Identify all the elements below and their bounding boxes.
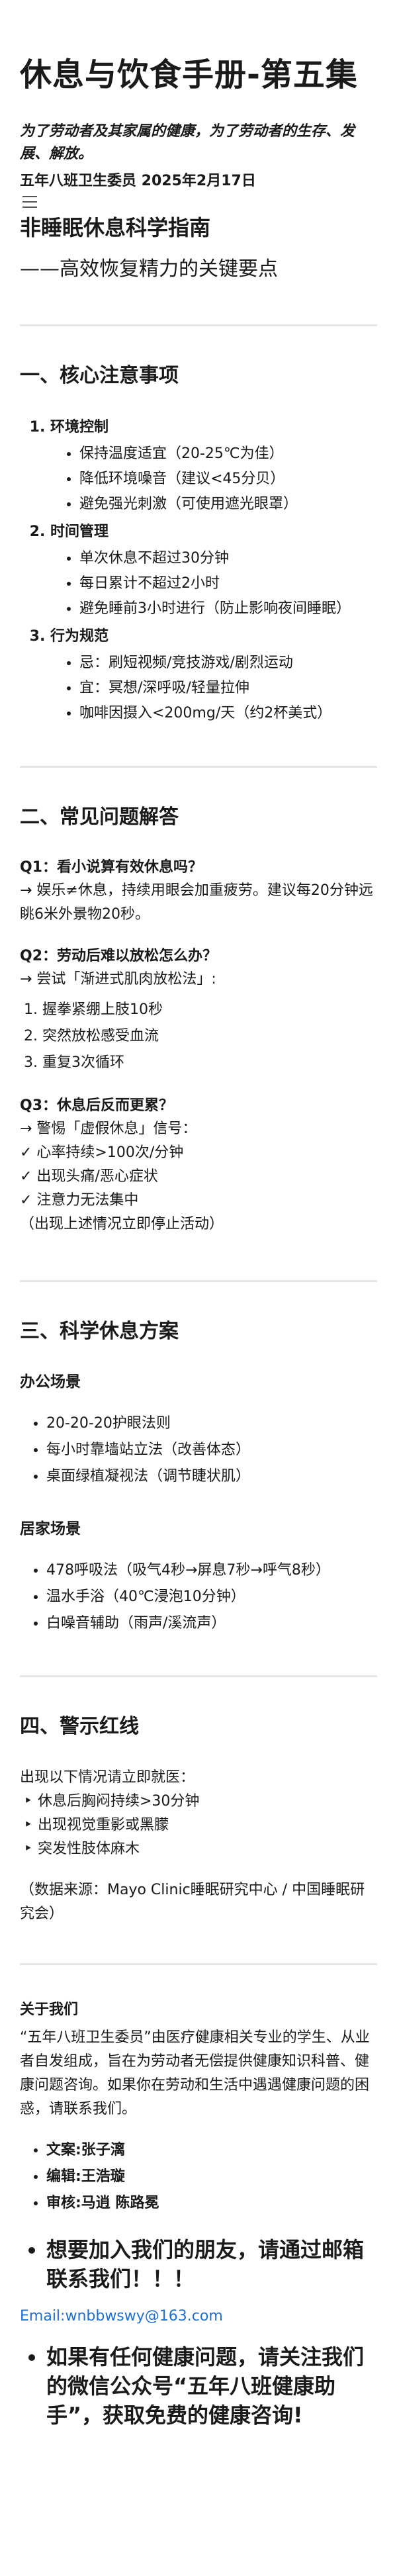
list-item: 行为规范 忌：刷短视频/竞技游戏/剧烈运动 宜：冥想/深呼吸/轻量拉伸 咖啡因摄…: [50, 624, 377, 726]
divider: [20, 324, 377, 326]
office-list: 20-20-20护眼法则 每小时靠墙站立法（改善体态） 桌面绿植凝视法（调节睫状…: [20, 1410, 377, 1490]
warning-lead: 出现以下情况请立即就医：: [20, 1769, 195, 1786]
divider: [20, 1963, 377, 1965]
divider: [20, 766, 377, 768]
list-item: 单次休息不超过30分钟: [79, 546, 377, 571]
divider: [20, 1280, 377, 1282]
article: 休息与饮食手册-第五集 为了劳动者及其家属的健康，为了劳动者的生存、发展、解放。…: [0, 0, 397, 2430]
list-item: 白噪音辅助（雨声/溪流声）: [46, 1610, 377, 1637]
list-item: 每日累计不超过2小时: [79, 571, 377, 596]
list-item: 咖啡因摄入<200mg/天（约2杯美式）: [79, 701, 377, 726]
warning-note: （出现上述情况立即停止活动）: [20, 1216, 224, 1232]
cta-list: 想要加入我们的朋友，请通过邮箱联系我们！！！: [20, 2235, 377, 2293]
credits-list: 文案:张子漓 编辑:王浩璇 审核:马逍 陈路冕: [20, 2137, 377, 2217]
menu-icon[interactable]: [22, 196, 37, 208]
warning-list: 休息后胸闷持续>30分钟 出现视觉重影或黑朦 突发性肢体麻木: [20, 1790, 377, 1861]
list-item: 突然放松感受血流: [42, 1023, 377, 1050]
check-item: ✓ 注意力无法集中: [20, 1192, 139, 1209]
list-item: 编辑:王浩璇: [46, 2164, 377, 2190]
relax-steps: 握拳紧绷上肢10秒 突然放松感受血流 重复3次循环: [20, 997, 377, 1076]
check-item: ✓ 心率持续>100次/分钟: [20, 1144, 184, 1161]
list-item: 出现视觉重影或黑朦: [24, 1814, 377, 1837]
list-item: 避免强光刺激（可使用遮光眼罩）: [79, 492, 377, 517]
list-item: 宜：冥想/深呼吸/轻量拉伸: [79, 676, 377, 701]
list-item: 保持温度适宜（20-25℃为佳）: [79, 441, 377, 467]
divider: [20, 1675, 377, 1677]
list-item: 温水手浴（40℃浸泡10分钟）: [46, 1584, 377, 1610]
office-heading: 办公场景: [20, 1373, 81, 1391]
answer-1: → 娱乐≠休息，持续用眼会加重疲劳。建议每20分钟远眺6米外景物20秒。: [20, 882, 373, 923]
list-item: 避免睡前3小时进行（防止影响夜间睡眠）: [79, 596, 377, 621]
list-item: 478呼吸法（吸气4秒→屏息7秒→呼气8秒）: [46, 1557, 377, 1584]
list-item: 重复3次循环: [42, 1050, 377, 1076]
page-title: 休息与饮食手册-第五集: [20, 56, 358, 93]
list-item: 休息后胸闷持续>30分钟: [24, 1790, 377, 1814]
answer-2: → 尝试「渐进式肌肉放松法」:: [20, 971, 216, 988]
section-3-heading: 三、科学休息方案: [20, 1320, 179, 1343]
section-2-heading: 二、常见问题解答: [20, 805, 179, 829]
list-item: 忌：刷短视频/竞技游戏/剧烈运动: [79, 651, 377, 676]
section-1-heading: 一、核心注意事项: [20, 364, 179, 387]
wechat-cta: 如果有任何健康问题，请关注我们的微信公众号“五年八班健康助手”，获取免费的健康咨…: [46, 2342, 377, 2430]
question-3: Q3：休息后反而更累？: [20, 1097, 174, 1114]
join-cta: 想要加入我们的朋友，请通过邮箱联系我们！！！: [46, 2235, 377, 2293]
list-item: 降低环境噪音（建议<45分贝）: [79, 467, 377, 492]
article-subheading: ——高效恢复精力的关键要点: [20, 257, 278, 281]
question-1: Q1：看小说算有效休息吗？: [20, 859, 203, 876]
home-list: 478呼吸法（吸气4秒→屏息7秒→呼气8秒） 温水手浴（40℃浸泡10分钟） 白…: [20, 1557, 377, 1637]
list-item: 环境控制 保持温度适宜（20-25℃为佳） 降低环境噪音（建议<45分贝） 避免…: [50, 415, 377, 517]
list-item: 20-20-20护眼法则: [46, 1410, 377, 1437]
list-item: 握拳紧绷上肢10秒: [42, 997, 377, 1023]
cta-list: 如果有任何健康问题，请关注我们的微信公众号“五年八班健康助手”，获取免费的健康咨…: [20, 2342, 377, 2430]
home-heading: 居家场景: [20, 1520, 81, 1538]
data-source: （数据来源：Mayo Clinic睡眠研究中心 / 中国睡眠研究会）: [20, 1882, 365, 1922]
article-heading: 非睡眠休息科学指南: [20, 215, 211, 240]
list-item: 文案:张子漓: [46, 2137, 377, 2164]
email-link[interactable]: Email:wnbbwswy@163.com: [20, 2305, 377, 2328]
core-notes-list: 环境控制 保持温度适宜（20-25℃为佳） 降低环境噪音（建议<45分贝） 避免…: [20, 415, 377, 726]
intro-text: 为了劳动者及其家属的健康，为了劳动者的生存、发展、解放。: [20, 123, 355, 162]
list-item: 审核:马逍 陈路冕: [46, 2190, 377, 2217]
section-4-heading: 四、警示红线: [20, 1715, 139, 1738]
about-heading: 关于我们: [20, 2001, 79, 2018]
byline: 五年八班卫生委员 2025年2月17日: [20, 173, 256, 189]
group-label: 环境控制: [50, 419, 109, 436]
answer-3: → 警惕「虚假休息」信号：: [20, 1121, 197, 1137]
check-item: ✓ 出现头痛/恶心症状: [20, 1168, 158, 1185]
group-label: 行为规范: [50, 628, 109, 645]
about-text: “五年八班卫生委员”由医疗健康相关专业的学生、从业者自发组成，旨在为劳动者无偿提…: [20, 2029, 370, 2117]
list-item: 桌面绿植凝视法（调节睫状肌）: [46, 1463, 377, 1490]
question-2: Q2：劳动后难以放松怎么办？: [20, 948, 218, 964]
list-item: 突发性肢体麻木: [24, 1837, 377, 1861]
group-label: 时间管理: [50, 524, 109, 540]
list-item: 每小时靠墙站立法（改善体态）: [46, 1437, 377, 1463]
list-item: 时间管理 单次休息不超过30分钟 每日累计不超过2小时 避免睡前3小时进行（防止…: [50, 520, 377, 621]
